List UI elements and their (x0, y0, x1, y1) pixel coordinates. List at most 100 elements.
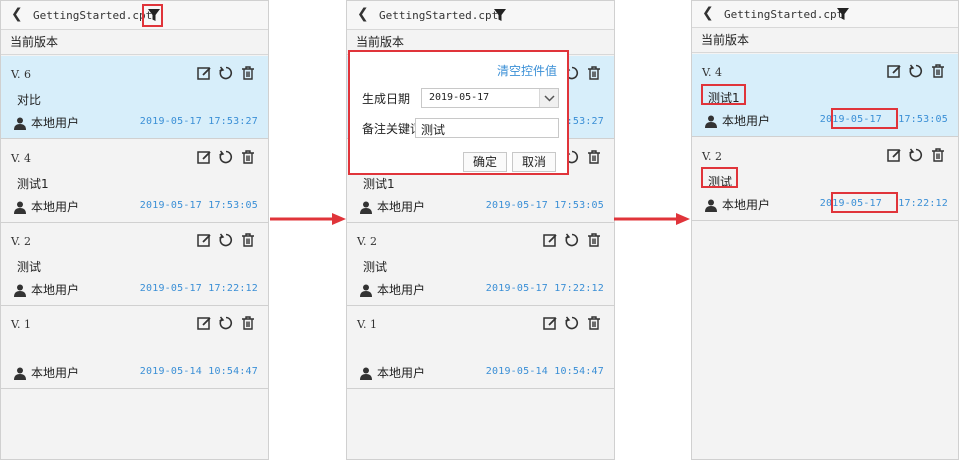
file-title: GettingStarted.cpt (33, 9, 153, 22)
back-arrow-icon[interactable]: ❮ (357, 6, 369, 22)
version-note: 对比 (17, 93, 42, 107)
version-actions (542, 232, 602, 248)
filter-popup: 清空控件值 生成日期 2019-05-17 备注关键词 测试 确定 取消 (348, 50, 569, 175)
user-icon (14, 365, 26, 380)
version-label: V. 1 (357, 318, 378, 331)
edit-icon[interactable] (542, 232, 558, 248)
restore-icon[interactable] (908, 63, 924, 79)
version-user: 本地用户 (377, 283, 426, 297)
version-label: V. 2 (357, 235, 378, 248)
version-user: 本地用户 (31, 200, 80, 214)
version-label: V. 4 (702, 66, 723, 79)
date-label: 生成日期 (362, 92, 411, 106)
delete-icon[interactable] (240, 65, 256, 81)
user-icon (14, 282, 26, 297)
version-item[interactable]: V. 2 测试 本地用户 2019-05-17 17:22:12 (1, 223, 268, 306)
version-note: 测试 (17, 260, 42, 274)
version-item[interactable]: V. 2 测试 本地用户 2019-05-17 17:22:12 (347, 223, 614, 306)
version-timestamp: 2019-05-17 17:53:05 (139, 200, 258, 211)
delete-icon[interactable] (586, 65, 602, 81)
version-date: 2019-05-17 (819, 198, 882, 209)
version-item[interactable]: V. 4 测试1 本地用户 2019-05-17 17:53:05 (1, 140, 268, 223)
version-actions (886, 63, 946, 79)
chevron-down-icon[interactable] (539, 89, 558, 107)
edit-icon[interactable] (886, 63, 902, 79)
panel-header: ❮ GettingStarted.cpt (692, 1, 958, 28)
version-actions (196, 232, 256, 248)
confirm-button[interactable]: 确定 (463, 152, 507, 172)
restore-icon[interactable] (564, 232, 580, 248)
version-timestamp: 2019-05-17 17:53:05 (485, 200, 604, 211)
version-user: 本地用户 (722, 198, 771, 212)
panel-header: ❮ GettingStarted.cpt (347, 1, 614, 30)
user-icon (360, 199, 372, 214)
filter-icon[interactable] (837, 8, 849, 21)
version-item[interactable]: V. 4 测试1 本地用户 2019-05-17 17:53:05 (692, 54, 958, 137)
edit-icon[interactable] (196, 315, 212, 331)
user-icon (14, 199, 26, 214)
version-timestamp: 2019-05-17 17:22:12 (485, 283, 604, 294)
version-label: V. 1 (11, 318, 32, 331)
keyword-label: 备注关键词 (362, 122, 423, 136)
restore-icon[interactable] (218, 315, 234, 331)
user-icon (705, 113, 717, 128)
delete-icon[interactable] (930, 63, 946, 79)
version-panel-filtered: ❮ GettingStarted.cpt 当前版本 V. 4 测试1 本地用户 … (691, 0, 959, 460)
version-timestamp: 2019-05-17 17:22:12 (139, 283, 258, 294)
version-actions (196, 315, 256, 331)
version-item[interactable]: V. 2 测试 本地用户 2019-05-17 17:22:12 (692, 138, 958, 221)
version-note: 测试1 (363, 177, 395, 191)
version-item[interactable]: V. 1 本地用户 2019-05-14 10:54:47 (1, 306, 268, 389)
version-label: V. 2 (702, 150, 723, 163)
version-note: 测试 (708, 175, 733, 189)
delete-icon[interactable] (586, 149, 602, 165)
restore-icon[interactable] (908, 147, 924, 163)
filter-icon[interactable] (494, 9, 506, 22)
delete-icon[interactable] (240, 232, 256, 248)
version-actions (886, 147, 946, 163)
cancel-button[interactable]: 取消 (512, 152, 556, 172)
version-label: V. 2 (11, 235, 32, 248)
back-arrow-icon[interactable]: ❮ (702, 5, 714, 21)
restore-icon[interactable] (218, 149, 234, 165)
version-note: 测试 (363, 260, 388, 274)
date-select[interactable]: 2019-05-17 (421, 88, 559, 108)
version-label: V. 6 (11, 68, 32, 81)
user-icon (360, 365, 372, 380)
delete-icon[interactable] (930, 147, 946, 163)
version-timestamp: 2019-05-14 10:54:47 (139, 366, 258, 377)
version-panel-initial: ❮ GettingStarted.cpt 当前版本 V. 6 对比 本地用户 2… (0, 0, 269, 460)
version-note: 测试1 (17, 177, 49, 191)
user-icon (14, 115, 26, 130)
filter-icon[interactable] (148, 9, 160, 22)
date-value: 2019-05-17 (429, 92, 490, 103)
section-title: 当前版本 (1, 30, 268, 55)
version-actions (196, 149, 256, 165)
version-note: 测试1 (708, 91, 740, 105)
delete-icon[interactable] (586, 232, 602, 248)
version-actions (564, 149, 602, 165)
edit-icon[interactable] (196, 149, 212, 165)
clear-filter-link[interactable]: 清空控件值 (497, 62, 557, 79)
version-user: 本地用户 (31, 116, 80, 130)
version-user: 本地用户 (722, 114, 771, 128)
delete-icon[interactable] (240, 315, 256, 331)
edit-icon[interactable] (542, 315, 558, 331)
user-icon (360, 282, 372, 297)
restore-icon[interactable] (564, 315, 580, 331)
restore-icon[interactable] (218, 65, 234, 81)
version-time: 17:53:05 (898, 114, 948, 125)
keyword-input[interactable]: 测试 (415, 118, 559, 138)
version-item[interactable]: V. 1 本地用户 2019-05-14 10:54:47 (347, 306, 614, 389)
delete-icon[interactable] (240, 149, 256, 165)
restore-icon[interactable] (218, 232, 234, 248)
version-user: 本地用户 (377, 366, 426, 380)
edit-icon[interactable] (196, 232, 212, 248)
edit-icon[interactable] (886, 147, 902, 163)
file-title: GettingStarted.cpt (724, 8, 844, 21)
edit-icon[interactable] (196, 65, 212, 81)
delete-icon[interactable] (586, 315, 602, 331)
version-item[interactable]: V. 6 对比 本地用户 2019-05-17 17:53:27 (1, 56, 268, 139)
version-user: 本地用户 (377, 200, 426, 214)
back-arrow-icon[interactable]: ❮ (11, 6, 23, 22)
